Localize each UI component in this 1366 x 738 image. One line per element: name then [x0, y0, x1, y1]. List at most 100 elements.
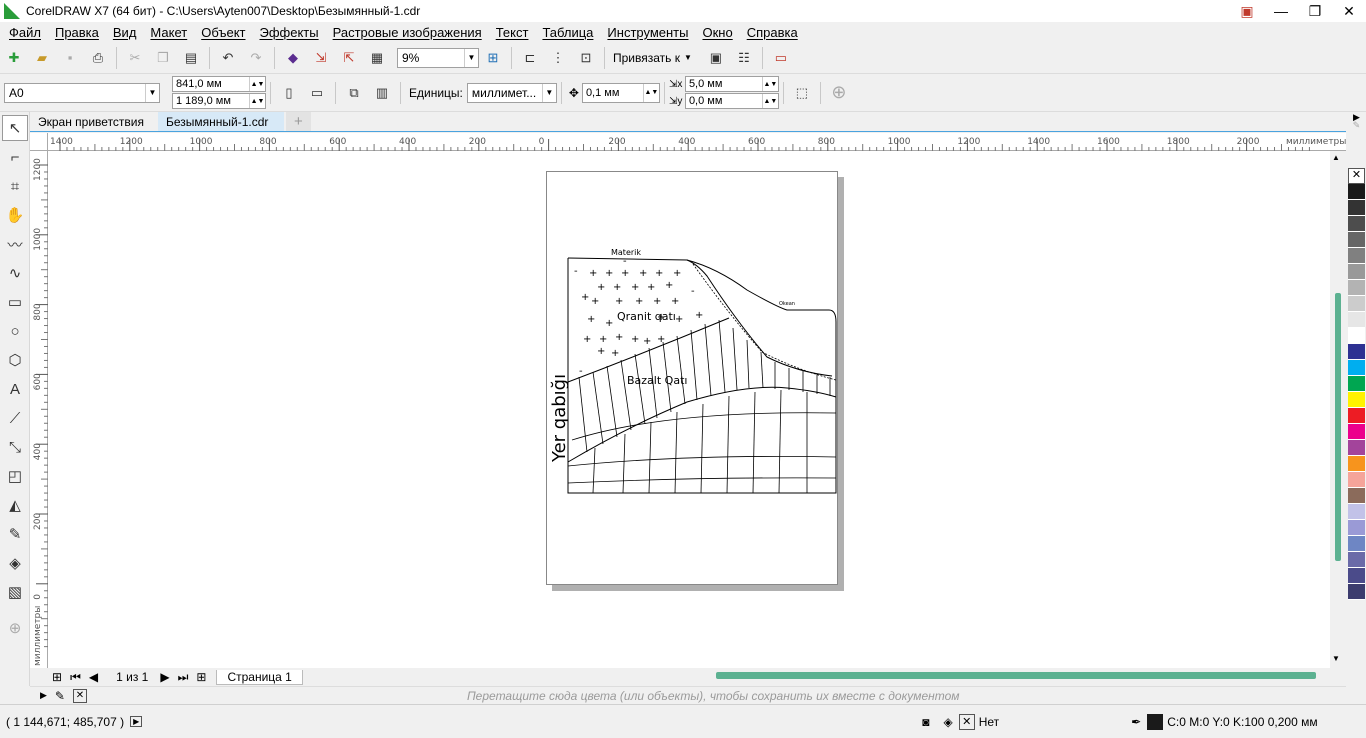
color-swatch[interactable]	[1348, 584, 1365, 600]
vertical-ruler[interactable]: 1200 1000 800 600 400 200 0 миллиметры	[30, 151, 48, 668]
portrait-icon[interactable]: ▯	[278, 82, 300, 104]
docpal-expand-icon[interactable]: ▶	[40, 690, 47, 701]
landscape-icon[interactable]: ▭	[306, 82, 328, 104]
palette-scroll-right-icon[interactable]: ▶	[1347, 112, 1366, 122]
insert-page-after-icon[interactable]: ⊞	[196, 670, 206, 684]
transparency-icon[interactable]: ◭	[2, 492, 28, 518]
minimize-button[interactable]: —	[1264, 0, 1298, 22]
color-swatch[interactable]	[1348, 312, 1365, 328]
vertical-scroll-thumb[interactable]	[1335, 293, 1341, 561]
crop-tool-icon[interactable]: ⌗	[2, 173, 28, 199]
show-rulers-icon[interactable]: ⊏	[519, 47, 541, 69]
vertical-scrollbar[interactable]: ▲ ▼	[1330, 151, 1346, 668]
tab-page-1[interactable]: Страница 1	[216, 669, 303, 685]
import-icon[interactable]: ⇲	[310, 47, 332, 69]
add-tool-icon[interactable]: ⊕	[2, 615, 28, 641]
duplicate-y-input[interactable]: 0,0 мм ▲▼	[684, 93, 779, 109]
duplicate-x-input[interactable]: 5,0 мм ▲▼	[684, 76, 779, 92]
menu-text[interactable]: Текст	[489, 25, 536, 40]
polygon-tool-icon[interactable]: ⬡	[2, 347, 28, 373]
color-swatch[interactable]	[1348, 232, 1365, 248]
pan-tool-icon[interactable]: ✋	[2, 202, 28, 228]
menu-object[interactable]: Объект	[194, 25, 252, 40]
color-swatch[interactable]	[1348, 440, 1365, 456]
show-grid-icon[interactable]: ⋮	[547, 47, 569, 69]
menu-view[interactable]: Вид	[106, 25, 144, 40]
application-launcher-icon[interactable]: ▭	[770, 47, 792, 69]
menu-help[interactable]: Справка	[740, 25, 805, 40]
docpal-eyedropper-icon[interactable]: ✎	[55, 689, 65, 703]
parallel-dimension-icon[interactable]: ⟋	[2, 405, 28, 431]
color-swatch[interactable]	[1348, 360, 1365, 376]
connector-tool-icon[interactable]: ⤡	[2, 434, 28, 460]
scroll-down-icon[interactable]: ▼	[1332, 654, 1340, 663]
color-swatch[interactable]	[1348, 552, 1365, 568]
freehand-tool-icon[interactable]: 〰	[2, 231, 28, 257]
full-screen-icon[interactable]: ⊞	[482, 47, 504, 69]
artistic-media-icon[interactable]: ∿	[2, 260, 28, 286]
ellipse-tool-icon[interactable]: ○	[2, 318, 28, 344]
menu-tools[interactable]: Инструменты	[600, 25, 695, 40]
color-swatch[interactable]	[1348, 296, 1365, 312]
cut-icon[interactable]: ✂	[124, 47, 146, 69]
color-swatch[interactable]	[1348, 568, 1365, 584]
color-swatch[interactable]	[1348, 280, 1365, 296]
units-select[interactable]: миллимет... ▼	[466, 82, 557, 103]
copy-icon[interactable]: ❐	[152, 47, 174, 69]
show-guidelines-icon[interactable]: ⊡	[575, 47, 597, 69]
color-swatch[interactable]	[1348, 392, 1365, 408]
color-swatch[interactable]	[1348, 376, 1365, 392]
status-expand-icon[interactable]: ▶	[130, 716, 143, 727]
close-button[interactable]: ✕	[1332, 0, 1366, 22]
outline-pen-icon[interactable]: ✒	[1131, 715, 1141, 729]
document-page[interactable]: - + + + + + + + + + + + + - + + + + + + + + + + + + + + + + + + - - …	[546, 171, 838, 585]
print-icon[interactable]: ⎙	[87, 47, 109, 69]
color-swatch[interactable]	[1348, 184, 1365, 200]
snap-to-button[interactable]: Привязать к	[613, 51, 680, 65]
fill-bucket-icon[interactable]: ◈	[944, 715, 953, 729]
snap-chevron-icon[interactable]: ▼	[684, 53, 692, 62]
palette-eyedropper-icon[interactable]: ✎	[1347, 120, 1366, 168]
open-icon[interactable]: ▰	[31, 47, 53, 69]
nudge-distance-input[interactable]: 0,1 мм ▲▼	[581, 82, 660, 103]
new-document-icon[interactable]: ✚	[3, 47, 25, 69]
page-size-select[interactable]: A0 ▼	[4, 82, 160, 103]
menu-effects[interactable]: Эффекты	[253, 25, 326, 40]
color-swatch[interactable]	[1348, 536, 1365, 552]
last-page-icon[interactable]: ⏭	[178, 670, 189, 685]
horizontal-ruler[interactable]: 1400 1200 1000 800 600 400 200 0 200 400 600 800 100…	[48, 133, 1346, 151]
color-swatch[interactable]	[1348, 504, 1365, 520]
menu-layout[interactable]: Макет	[143, 25, 194, 40]
menu-bitmaps[interactable]: Растровые изображения	[326, 25, 489, 40]
zoom-level-select[interactable]: 9% ▼	[397, 47, 479, 68]
welcome-screen-icon[interactable]: ▣	[705, 47, 727, 69]
color-proofing-icon[interactable]: ◙	[922, 715, 929, 729]
horizontal-scroll-thumb[interactable]	[716, 672, 1316, 679]
shape-tool-icon[interactable]: ⌐	[2, 144, 28, 170]
ruler-origin[interactable]	[30, 133, 48, 151]
search-content-icon[interactable]: ◆	[282, 47, 304, 69]
save-icon[interactable]: ▪	[59, 47, 81, 69]
add-icon[interactable]: ⊕	[828, 82, 850, 104]
previous-page-icon[interactable]: ◀	[89, 670, 98, 684]
text-tool-icon[interactable]: A	[2, 376, 28, 402]
redo-icon[interactable]: ↷	[245, 47, 267, 69]
menu-edit[interactable]: Правка	[48, 25, 106, 40]
export-icon[interactable]: ⇱	[338, 47, 360, 69]
color-swatch[interactable]	[1348, 328, 1365, 344]
options-icon[interactable]: ☷	[733, 47, 755, 69]
interactive-fill-icon[interactable]: ◈	[2, 550, 28, 576]
page-height-input[interactable]: 1 189,0 мм ▲▼	[172, 93, 266, 109]
color-swatch[interactable]	[1348, 264, 1365, 280]
menu-table[interactable]: Таблица	[535, 25, 600, 40]
insert-page-before-icon[interactable]: ⊞	[52, 670, 62, 684]
color-swatch[interactable]	[1348, 248, 1365, 264]
color-eyedropper-icon[interactable]: ✎	[2, 521, 28, 547]
add-tab-button[interactable]: +	[286, 112, 311, 131]
page-width-input[interactable]: 841,0 мм ▲▼	[172, 76, 266, 92]
color-swatch[interactable]	[1348, 216, 1365, 232]
drop-shadow-icon[interactable]: ◰	[2, 463, 28, 489]
tab-welcome-screen[interactable]: Экран приветствия	[30, 112, 152, 131]
color-swatch[interactable]	[1348, 472, 1365, 488]
paste-icon[interactable]: ▤	[180, 47, 202, 69]
